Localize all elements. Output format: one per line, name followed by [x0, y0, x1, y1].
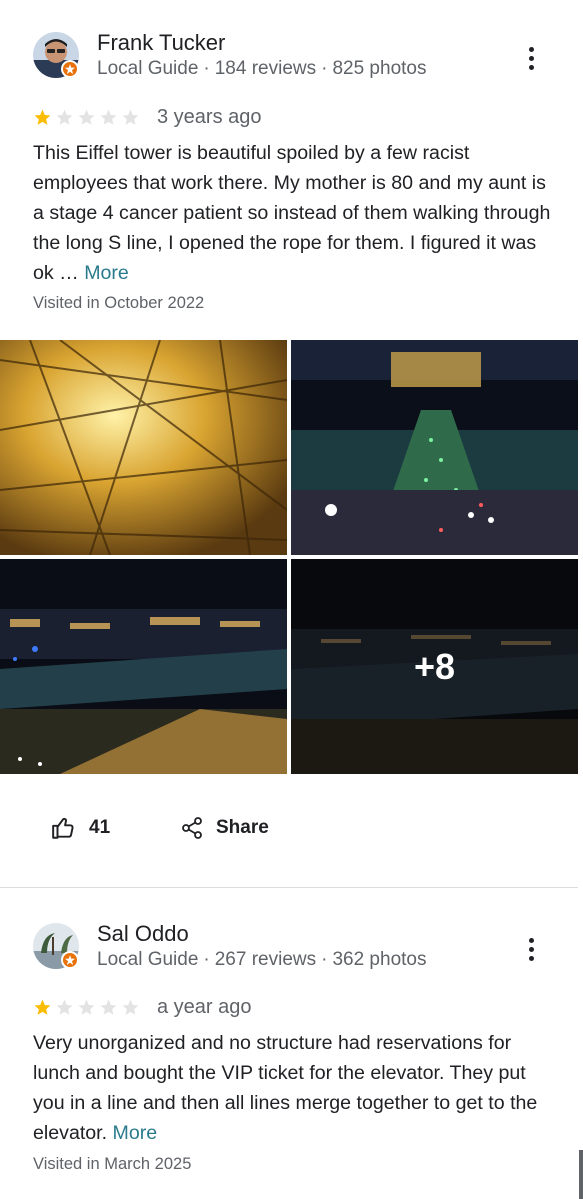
review-photo[interactable] [0, 340, 287, 555]
review-photo[interactable] [291, 340, 578, 555]
review-photo[interactable] [0, 559, 287, 774]
star-icon [34, 999, 51, 1015]
star-icon [56, 109, 73, 125]
more-link[interactable]: More [113, 1122, 158, 1144]
review-age: 3 years ago [157, 106, 262, 128]
star-icon [56, 999, 73, 1015]
review-text-body: Very unorganized and no structure had re… [33, 1032, 538, 1144]
review-card: Sal Oddo Local Guide · 267 reviews · 362 pho… [0, 889, 583, 1199]
review-text: Very unorganized and no structure had re… [33, 1028, 553, 1148]
review-divider [0, 887, 578, 888]
author-name[interactable]: Frank Tucker [97, 30, 225, 56]
more-vert-icon[interactable] [519, 934, 543, 964]
visited-date: Visited in October 2022 [33, 294, 205, 312]
review-card: Frank Tucker Local Guide · 184 reviews · 825… [0, 0, 583, 888]
local-guide-label: Local Guide [97, 58, 199, 79]
more-link[interactable]: More [84, 262, 129, 284]
share-icon [182, 817, 202, 839]
local-guide-badge-icon [61, 60, 79, 78]
author-meta: Local Guide · 184 reviews · 825 photos [97, 58, 427, 79]
scrollbar-thumb[interactable] [579, 1150, 583, 1199]
visited-date: Visited in March 2025 [33, 1155, 192, 1173]
star-icon [78, 109, 95, 125]
star-rating [33, 108, 140, 127]
like-button[interactable]: 41 [51, 815, 110, 841]
photo-count: 362 photos [332, 949, 427, 970]
share-label: Share [216, 817, 269, 838]
author-meta: Local Guide · 267 reviews · 362 photos [97, 949, 427, 970]
more-vert-icon[interactable] [519, 43, 543, 73]
star-icon [100, 999, 117, 1015]
author-name[interactable]: Sal Oddo [97, 921, 189, 947]
share-button[interactable]: Share [180, 815, 269, 841]
review-count: 267 reviews [214, 949, 317, 970]
local-guide-label: Local Guide [97, 949, 199, 970]
more-photos-count[interactable]: +8 [291, 559, 578, 774]
star-rating [33, 998, 140, 1017]
review-age: a year ago [157, 996, 252, 1018]
like-count: 41 [89, 817, 111, 838]
star-icon [34, 109, 51, 125]
photo-count: 825 photos [332, 58, 427, 79]
star-icon [122, 109, 139, 125]
review-count: 184 reviews [214, 58, 317, 79]
star-icon [122, 999, 139, 1015]
star-icon [78, 999, 95, 1015]
review-photo-more[interactable]: +8 [291, 559, 578, 774]
thumb-up-icon [52, 817, 74, 839]
star-icon [100, 109, 117, 125]
review-text: This Eiffel tower is beautiful spoiled b… [33, 138, 553, 288]
local-guide-badge-icon [61, 951, 79, 969]
